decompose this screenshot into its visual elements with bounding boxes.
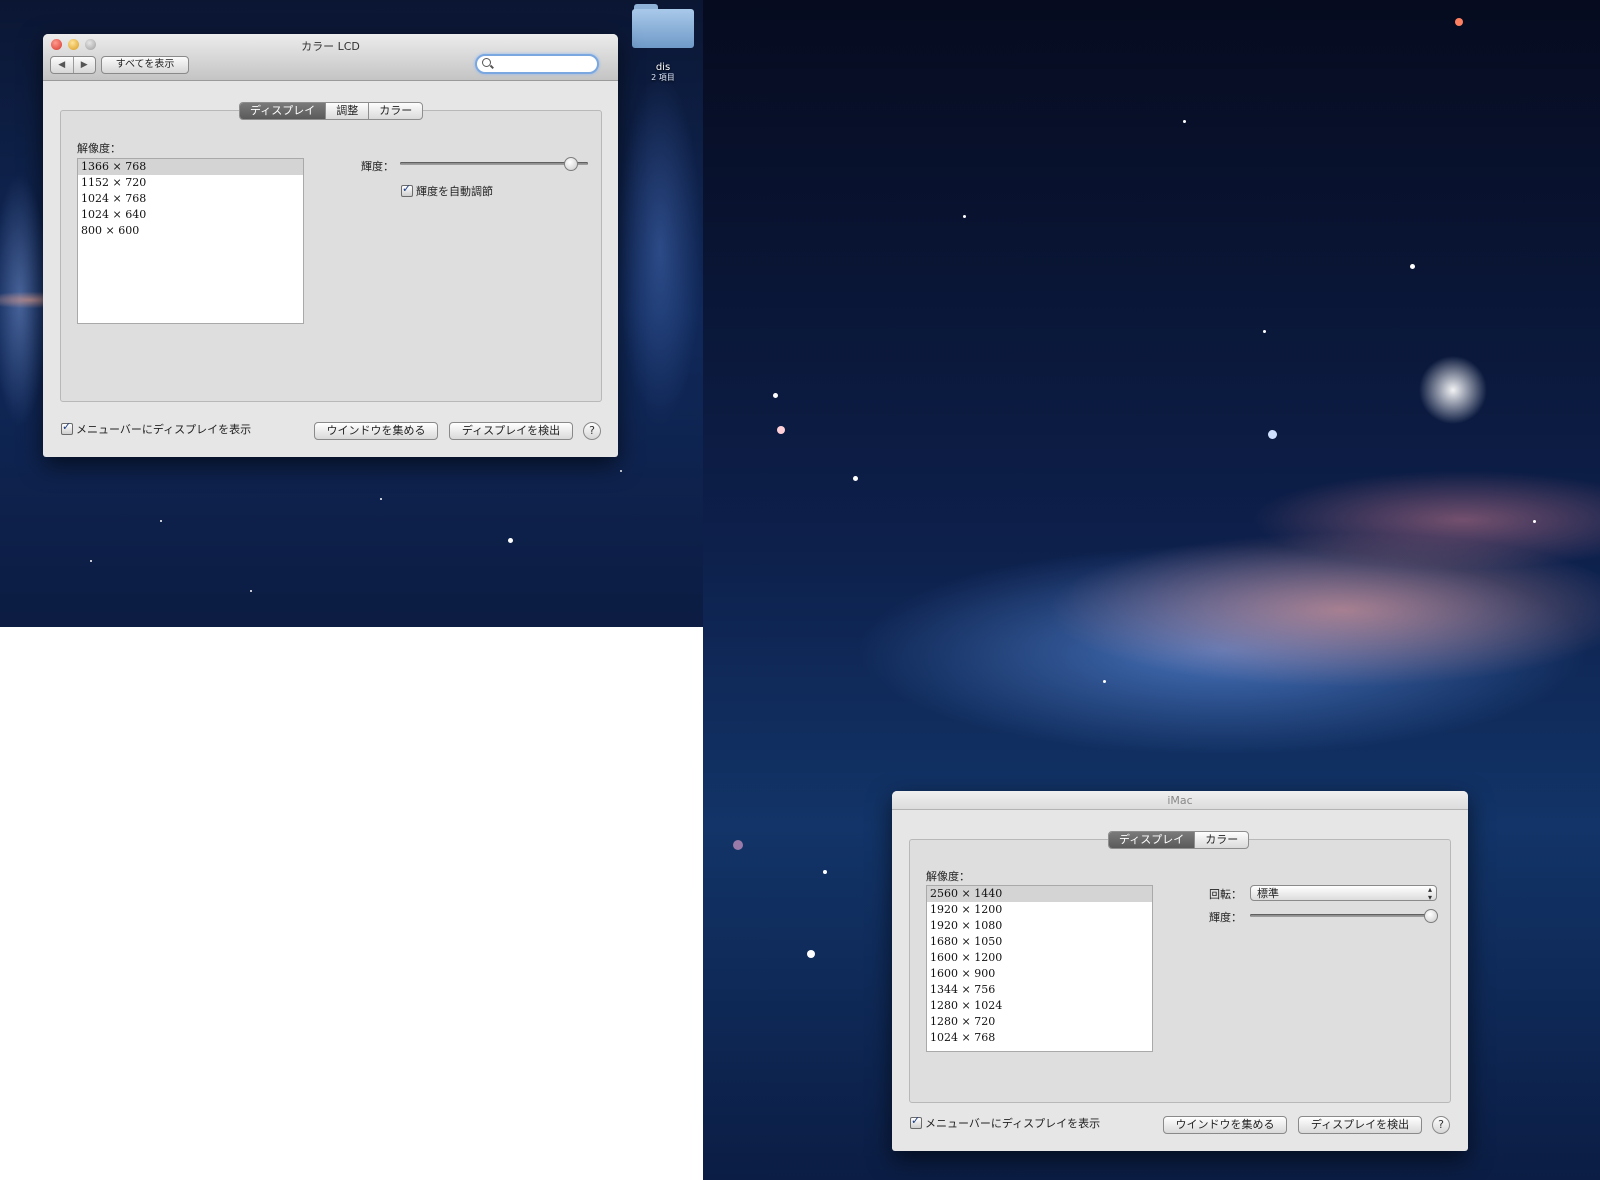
gather-windows-button[interactable]: ウインドウを集める (314, 422, 438, 440)
tab-color[interactable]: カラー (368, 103, 422, 119)
star (90, 560, 92, 562)
folder-name: dis (655, 62, 671, 73)
resolution-item[interactable]: 800 × 600 (78, 223, 303, 239)
folder-icon (632, 4, 694, 48)
tab-bar: ディスプレイ 調整 カラー (239, 102, 424, 120)
tab-display[interactable]: ディスプレイ (240, 103, 326, 119)
resolution-item[interactable]: 2560 × 1440 (927, 886, 1152, 902)
slider-knob[interactable] (564, 157, 578, 171)
search-input[interactable] (475, 54, 599, 74)
menubar-label: メニューバーにディスプレイを表示 (76, 423, 252, 436)
slider-knob[interactable] (1424, 909, 1438, 923)
gather-windows-button[interactable]: ウインドウを集める (1163, 1116, 1287, 1134)
rotation-select[interactable]: 標準 ▴ ▾ (1250, 885, 1437, 902)
star (1268, 430, 1277, 439)
resolution-item[interactable]: 1280 × 720 (927, 1014, 1152, 1030)
resolution-list[interactable]: 1366 × 768 1152 × 720 1024 × 768 1024 × … (77, 158, 304, 324)
star (1410, 264, 1415, 269)
titlebar: iMac (892, 791, 1468, 810)
checkbox-icon[interactable] (910, 1114, 922, 1129)
detect-displays-button[interactable]: ディスプレイを検出 (449, 422, 573, 440)
titlebar: カラー LCD ◀ ▶ すべてを表示 (43, 34, 618, 81)
resolution-label: 解像度： (77, 142, 121, 155)
star (508, 538, 513, 543)
menubar-label: メニューバーにディスプレイを表示 (925, 1117, 1101, 1130)
right-display-prefs-window: iMac ディスプレイ カラー 解像度： 2560 × 1440 1920 × … (892, 791, 1468, 1151)
folder-subtitle: 2 項目 (651, 73, 675, 82)
search-icon (482, 58, 491, 67)
brightness-label: 輝度： (361, 160, 394, 173)
resolution-item[interactable]: 1344 × 756 (927, 982, 1152, 998)
tab-display[interactable]: ディスプレイ (1109, 832, 1195, 848)
detect-displays-button[interactable]: ディスプレイを検出 (1298, 1116, 1422, 1134)
star (733, 840, 743, 850)
resolution-list[interactable]: 2560 × 1440 1920 × 1200 1920 × 1080 1680… (926, 885, 1153, 1052)
tab-adjust[interactable]: 調整 (325, 103, 368, 119)
help-button[interactable]: ? (1432, 1116, 1450, 1134)
checkbox-icon[interactable] (401, 182, 413, 197)
show-all-button[interactable]: すべてを表示 (101, 56, 189, 74)
star (823, 870, 827, 874)
star (1263, 330, 1266, 333)
star (1455, 18, 1463, 26)
star (1183, 120, 1186, 123)
resolution-item[interactable]: 1366 × 768 (78, 159, 303, 175)
brightness-slider[interactable] (400, 157, 588, 171)
left-display-prefs-window: カラー LCD ◀ ▶ すべてを表示 ディスプレイ 調整 カラー 解像度： 13… (43, 34, 618, 457)
star (853, 476, 858, 481)
resolution-item[interactable]: 1680 × 1050 (927, 934, 1152, 950)
resolution-item[interactable]: 1920 × 1200 (927, 902, 1152, 918)
resolution-item[interactable]: 1280 × 1024 (927, 998, 1152, 1014)
star (250, 590, 252, 592)
show-in-menubar-checkbox[interactable]: メニューバーにディスプレイを表示 (910, 1114, 1101, 1131)
right-desktop: iMac ディスプレイ カラー 解像度： 2560 × 1440 1920 × … (703, 0, 1600, 1180)
star (620, 470, 622, 472)
star (380, 498, 382, 500)
star (963, 215, 966, 218)
back-forward-control: ◀ ▶ (50, 56, 96, 74)
updown-arrows-icon: ▴ ▾ (1427, 885, 1432, 902)
star (773, 393, 778, 398)
brightness-label: 輝度： (1209, 911, 1242, 924)
star (1103, 680, 1106, 683)
show-in-menubar-checkbox[interactable]: メニューバーにディスプレイを表示 (61, 420, 252, 437)
help-button[interactable]: ? (583, 422, 601, 440)
window-title: iMac (1167, 794, 1193, 807)
auto-brightness-label: 輝度を自動調節 (416, 185, 493, 198)
auto-brightness-checkbox[interactable]: 輝度を自動調節 (401, 182, 493, 199)
left-desktop: dis 2 項目 カラー LCD ◀ ▶ すべてを表示 ディスプレイ 調整 カラ… (0, 0, 703, 627)
resolution-item[interactable]: 1152 × 720 (78, 175, 303, 191)
resolution-label: 解像度： (926, 870, 970, 883)
star (777, 426, 785, 434)
resolution-item[interactable]: 1024 × 768 (927, 1030, 1152, 1046)
brightness-slider[interactable] (1250, 909, 1438, 923)
rotation-label: 回転： (1209, 888, 1242, 901)
resolution-item[interactable]: 1600 × 900 (927, 966, 1152, 982)
resolution-item[interactable]: 1024 × 768 (78, 191, 303, 207)
window-title: カラー LCD (301, 40, 360, 53)
tab-color[interactable]: カラー (1194, 832, 1248, 848)
forward-arrow-icon[interactable]: ▶ (72, 57, 96, 73)
star (1533, 520, 1536, 523)
back-arrow-icon[interactable]: ◀ (51, 57, 73, 73)
resolution-item[interactable]: 1600 × 1200 (927, 950, 1152, 966)
resolution-item[interactable]: 1024 × 640 (78, 207, 303, 223)
rotation-value: 標準 (1257, 887, 1279, 900)
desktop-folder[interactable]: dis 2 項目 (630, 4, 696, 82)
checkbox-icon[interactable] (61, 420, 73, 435)
resolution-item[interactable]: 1920 × 1080 (927, 918, 1152, 934)
star (807, 950, 815, 958)
tab-bar: ディスプレイ カラー (1108, 831, 1250, 849)
star (160, 520, 162, 522)
